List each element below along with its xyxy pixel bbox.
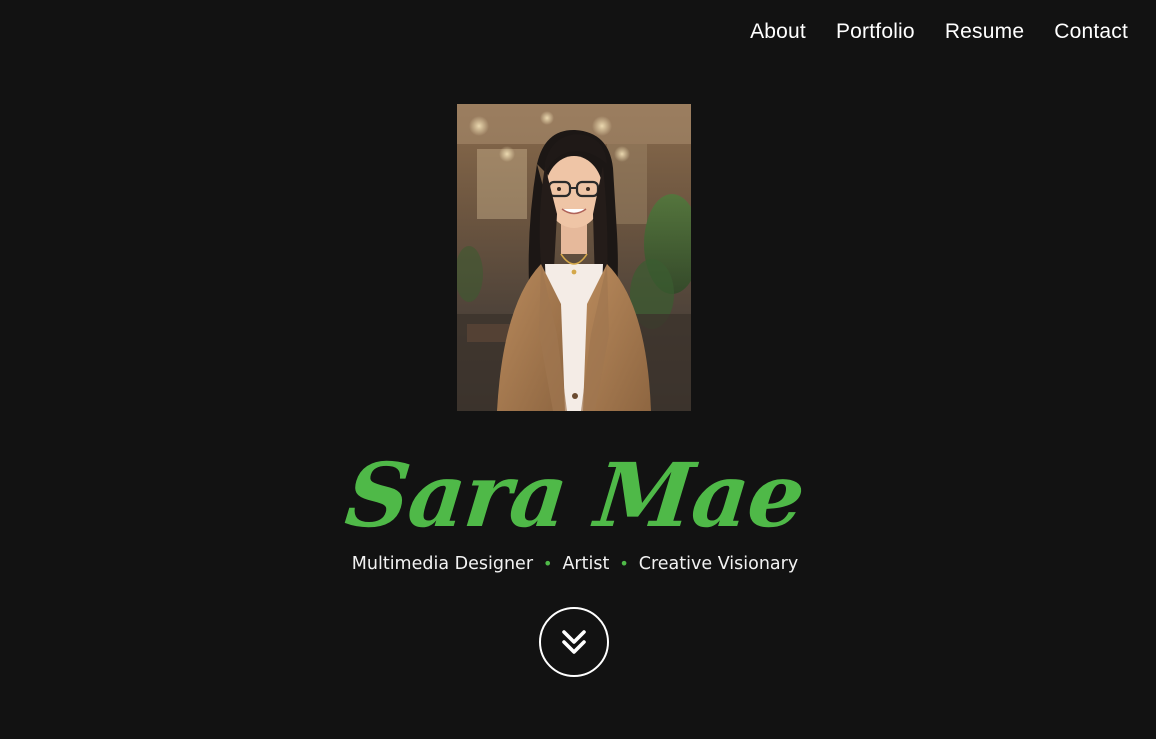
nav-link-resume[interactable]: Resume [945,18,1024,46]
page: About Portfolio Resume Contact Sara Mae … [0,0,1156,739]
profile-photo-image [457,104,691,411]
brand-tagline: Multimedia Designer • Artist • Creative Visi… [345,552,805,576]
double-chevron-down-icon [562,630,586,654]
tagline-separator: • [543,554,553,573]
tagline-role-visionary: Creative Visionary [638,554,799,574]
tagline-role-designer: Multimedia Designer [351,554,534,574]
brand-name: Sara Mae [341,443,809,547]
nav-link-contact[interactable]: Contact [1054,18,1128,46]
tagline-role-artist: Artist [562,554,610,574]
nav-link-portfolio[interactable]: Portfolio [836,18,915,46]
brand-logo: Sara Mae Multimedia Designer • Artist • Crea… [341,440,809,585]
nav-link-about[interactable]: About [750,18,806,46]
profile-photo [457,104,691,411]
scroll-down-button[interactable] [539,607,609,677]
tagline-separator: • [619,554,629,573]
main-nav: About Portfolio Resume Contact [750,18,1128,46]
